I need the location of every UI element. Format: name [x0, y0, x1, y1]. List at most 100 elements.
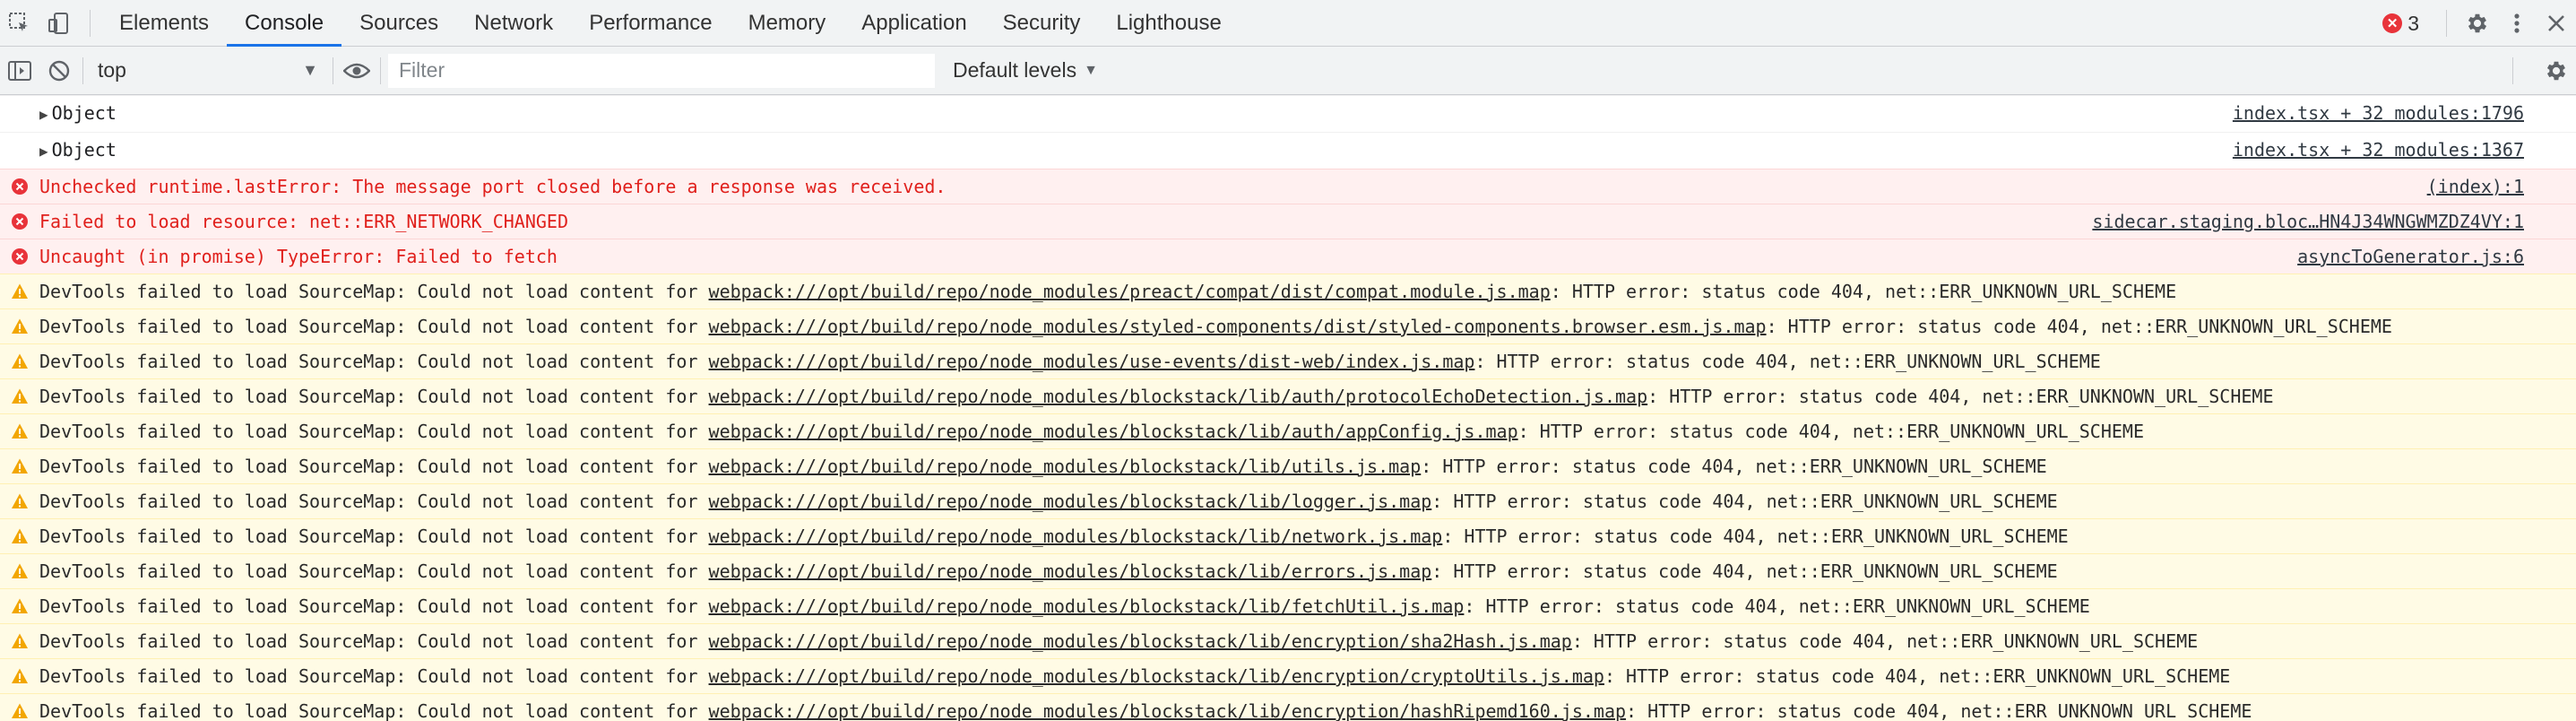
- show-sidebar-icon[interactable]: [0, 48, 39, 94]
- sourcemap-link[interactable]: webpack:///opt/build/repo/node_modules/b…: [709, 421, 1518, 442]
- error-icon: [0, 245, 39, 265]
- toolbar-divider: [90, 9, 91, 37]
- warning-prefix: DevTools failed to load SourceMap: Could…: [39, 595, 709, 617]
- warning-suffix: : HTTP error: status code 404, net::ERR_…: [1626, 700, 2252, 721]
- warning-message-row: DevTools failed to load SourceMap: Could…: [0, 274, 2576, 308]
- warning-message-row: DevTools failed to load SourceMap: Could…: [0, 413, 2576, 448]
- tab-application[interactable]: Application: [843, 0, 984, 47]
- warning-prefix: DevTools failed to load SourceMap: Could…: [39, 456, 709, 477]
- close-devtools-icon[interactable]: [2537, 0, 2576, 47]
- sourcemap-link[interactable]: webpack:///opt/build/repo/node_modules/b…: [709, 665, 1604, 687]
- error-message-row: Uncaught (in promise) TypeError: Failed …: [0, 239, 2576, 274]
- live-expression-eye-icon[interactable]: [337, 48, 376, 94]
- tab-security[interactable]: Security: [985, 0, 1099, 47]
- toolbar-divider: [380, 56, 381, 84]
- sourcemap-link[interactable]: webpack:///opt/build/repo/node_modules/p…: [709, 281, 1551, 302]
- warning-prefix: DevTools failed to load SourceMap: Could…: [39, 491, 709, 512]
- console-messages: ▶ Object index.tsx + 32 modules:1796 ▶ Objec…: [0, 95, 2576, 721]
- source-location-link[interactable]: index.tsx + 32 modules:1796: [2233, 101, 2576, 125]
- warning-prefix: DevTools failed to load SourceMap: Could…: [39, 665, 709, 687]
- error-icon: [0, 175, 39, 195]
- filter-input[interactable]: [388, 53, 935, 88]
- warning-suffix: : HTTP error: status code 404, net::ERR_…: [1431, 491, 2058, 512]
- warning-icon: [0, 595, 39, 615]
- log-message-row: ▶ Object index.tsx + 32 modules:1796: [0, 95, 2576, 132]
- tab-console[interactable]: Console: [227, 0, 342, 47]
- message-text: Uncaught (in promise) TypeError: Failed …: [39, 245, 2297, 268]
- error-count: 3: [2407, 11, 2419, 35]
- warning-icon: [0, 665, 39, 685]
- error-icon: ✕: [2382, 13, 2403, 33]
- warning-suffix: : HTTP error: status code 404, net::ERR_…: [1431, 560, 2058, 582]
- sourcemap-link[interactable]: webpack:///opt/build/repo/node_modules/s…: [709, 316, 1767, 337]
- tab-memory[interactable]: Memory: [730, 0, 844, 47]
- expand-triangle-icon[interactable]: ▶: [39, 143, 48, 160]
- source-location-link[interactable]: index.tsx + 32 modules:1367: [2233, 138, 2576, 161]
- source-location-link[interactable]: sidecar.staging.bloc…HN4J34WNGWMZDZ4VY:1: [2092, 210, 2576, 233]
- message-text: DevTools failed to load SourceMap: Could…: [39, 420, 2576, 443]
- settings-gear-icon[interactable]: [2458, 0, 2497, 47]
- warning-message-row: DevTools failed to load SourceMap: Could…: [0, 518, 2576, 553]
- warning-icon: [0, 455, 39, 475]
- message-text: DevTools failed to load SourceMap: Could…: [39, 385, 2576, 408]
- log-levels-dropdown[interactable]: Default levels ▼: [953, 58, 1098, 83]
- message-text: DevTools failed to load SourceMap: Could…: [39, 280, 2576, 303]
- clear-console-icon[interactable]: [39, 48, 79, 94]
- context-selector[interactable]: top ▼: [87, 53, 329, 89]
- devtools-tabbar: Elements Console Sources Network Performance…: [0, 0, 2576, 47]
- sourcemap-link[interactable]: webpack:///opt/build/repo/node_modules/b…: [709, 386, 1648, 407]
- warning-icon: [0, 630, 39, 650]
- expand-triangle-icon[interactable]: ▶: [39, 106, 48, 123]
- error-text: Unchecked runtime.lastError: The message…: [39, 176, 947, 197]
- source-location-link[interactable]: (index):1: [2427, 175, 2576, 198]
- warning-prefix: DevTools failed to load SourceMap: Could…: [39, 386, 709, 407]
- sourcemap-link[interactable]: webpack:///opt/build/repo/node_modules/b…: [709, 491, 1432, 512]
- warning-message-row: DevTools failed to load SourceMap: Could…: [0, 658, 2576, 693]
- warning-icon: [0, 490, 39, 510]
- sourcemap-link[interactable]: webpack:///opt/build/repo/node_modules/b…: [709, 456, 1422, 477]
- sourcemap-link[interactable]: webpack:///opt/build/repo/node_modules/b…: [709, 700, 1627, 721]
- sourcemap-link[interactable]: webpack:///opt/build/repo/node_modules/u…: [709, 351, 1475, 372]
- warning-icon: [0, 699, 39, 720]
- warning-suffix: : HTTP error: status code 404, net::ERR_…: [1421, 456, 2047, 477]
- inspect-element-icon[interactable]: [0, 0, 39, 47]
- sourcemap-link[interactable]: webpack:///opt/build/repo/node_modules/b…: [709, 526, 1443, 547]
- tab-lighthouse[interactable]: Lighthouse: [1098, 0, 1239, 47]
- log-levels-label: Default levels: [953, 58, 1077, 82]
- message-text: DevTools failed to load SourceMap: Could…: [39, 665, 2576, 688]
- message-text[interactable]: ▶ Object: [39, 101, 2233, 126]
- error-text: Uncaught (in promise) TypeError: Failed …: [39, 246, 558, 267]
- log-message-row: ▶ Object index.tsx + 32 modules:1367: [0, 132, 2576, 169]
- warning-message-row: DevTools failed to load SourceMap: Could…: [0, 448, 2576, 483]
- console-toolbar: top ▼ Default levels ▼: [0, 47, 2576, 95]
- sourcemap-link[interactable]: webpack:///opt/build/repo/node_modules/b…: [709, 560, 1432, 582]
- warning-message-row: DevTools failed to load SourceMap: Could…: [0, 588, 2576, 623]
- message-text[interactable]: ▶ Object: [39, 138, 2233, 163]
- device-toolbar-icon[interactable]: [39, 0, 79, 47]
- sourcemap-link[interactable]: webpack:///opt/build/repo/node_modules/b…: [709, 595, 1465, 617]
- message-text: Unchecked runtime.lastError: The message…: [39, 175, 2427, 198]
- warning-suffix: : HTTP error: status code 404, net::ERR_…: [1571, 630, 2199, 652]
- tab-performance[interactable]: Performance: [571, 0, 730, 47]
- warning-suffix: : HTTP error: status code 404, net::ERR_…: [1766, 316, 2392, 337]
- tabbar-right-tools: ✕ 3: [2382, 0, 2576, 47]
- error-count-badge[interactable]: ✕ 3: [2382, 12, 2419, 36]
- warning-suffix: : HTTP error: status code 404, net::ERR_…: [1474, 351, 2101, 372]
- more-options-icon[interactable]: [2497, 0, 2537, 47]
- warning-icon: [0, 350, 39, 370]
- warning-icon: [0, 420, 39, 440]
- tab-network[interactable]: Network: [456, 0, 571, 47]
- tab-sources[interactable]: Sources: [341, 0, 456, 47]
- warning-prefix: DevTools failed to load SourceMap: Could…: [39, 630, 709, 652]
- toolbar-divider: [2512, 56, 2513, 84]
- message-text: DevTools failed to load SourceMap: Could…: [39, 595, 2576, 618]
- sourcemap-link[interactable]: webpack:///opt/build/repo/node_modules/b…: [709, 630, 1572, 652]
- tab-elements[interactable]: Elements: [101, 0, 227, 47]
- object-label: Object: [51, 102, 117, 124]
- source-location-link[interactable]: asyncToGenerator.js:6: [2297, 245, 2576, 268]
- warning-message-row: DevTools failed to load SourceMap: Could…: [0, 623, 2576, 658]
- warning-suffix: : HTTP error: status code 404, net::ERR_…: [1647, 386, 2274, 407]
- warning-message-row: DevTools failed to load SourceMap: Could…: [0, 693, 2576, 721]
- console-settings-gear-icon[interactable]: [2537, 47, 2576, 95]
- warning-icon: [0, 560, 39, 580]
